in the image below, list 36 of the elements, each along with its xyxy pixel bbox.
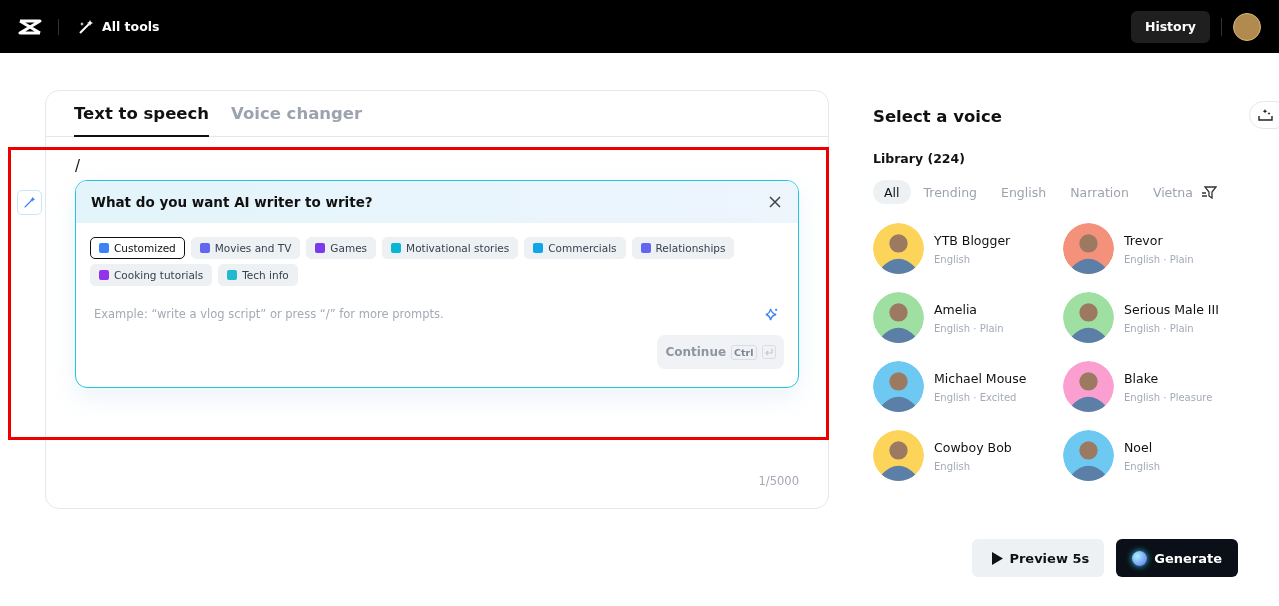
voice-detail: English xyxy=(934,460,972,472)
prompt-chip[interactable]: Customized xyxy=(90,237,185,259)
voice-detail: English · Plain xyxy=(1124,322,1195,334)
filter-tab[interactable]: All xyxy=(873,180,911,204)
ctrl-key: Ctrl xyxy=(731,344,757,360)
voice-detail: English · Pleasure xyxy=(1124,391,1213,403)
history-button[interactable]: History xyxy=(1130,10,1210,43)
prompt-chip[interactable]: Movies and TV xyxy=(190,237,301,259)
generate-button[interactable]: Generate xyxy=(1116,539,1238,577)
prompt-chip[interactable]: Relationships xyxy=(631,237,735,259)
panel-title: What do you want AI writer to write? xyxy=(91,194,373,210)
preview-button[interactable]: Preview 5s xyxy=(972,539,1105,577)
library-heading: Library (224) xyxy=(873,151,966,166)
voice-detail: English · Plain xyxy=(1124,253,1194,265)
voice-name: Michael Mouse xyxy=(934,370,1027,386)
all-tools-link[interactable]: All tools xyxy=(78,18,160,35)
voice-detail: English xyxy=(934,253,972,265)
tab[interactable]: Text to speech xyxy=(74,91,210,137)
voice-name: Cowboy Bob xyxy=(934,439,1012,455)
panel-heading: Select a voice xyxy=(873,107,1003,126)
character-counter: 1/5000 xyxy=(758,474,799,488)
voice-name: Noel xyxy=(1124,439,1154,455)
voice-name: Amelia xyxy=(934,301,979,317)
prompt-chip[interactable]: Commercials xyxy=(524,237,626,259)
prompt-chip[interactable]: Games xyxy=(306,237,377,259)
voice-name: Trevor xyxy=(1124,232,1164,248)
voice-detail: English · Excited xyxy=(934,391,1018,403)
prompt-chip[interactable]: Cooking tutorials xyxy=(90,264,213,286)
voice-name: Blake xyxy=(1124,370,1160,386)
voice-detail: English xyxy=(1124,460,1161,472)
voice-name: Serious Male III xyxy=(1124,301,1219,317)
voice-detail: English · Plain xyxy=(934,322,1004,334)
script-text: / xyxy=(75,157,81,177)
prompt-chip[interactable]: Motivational stories xyxy=(382,237,519,259)
prompt-chip[interactable]: Tech info xyxy=(218,264,298,286)
voice-name: YTB Blogger xyxy=(934,232,1011,248)
